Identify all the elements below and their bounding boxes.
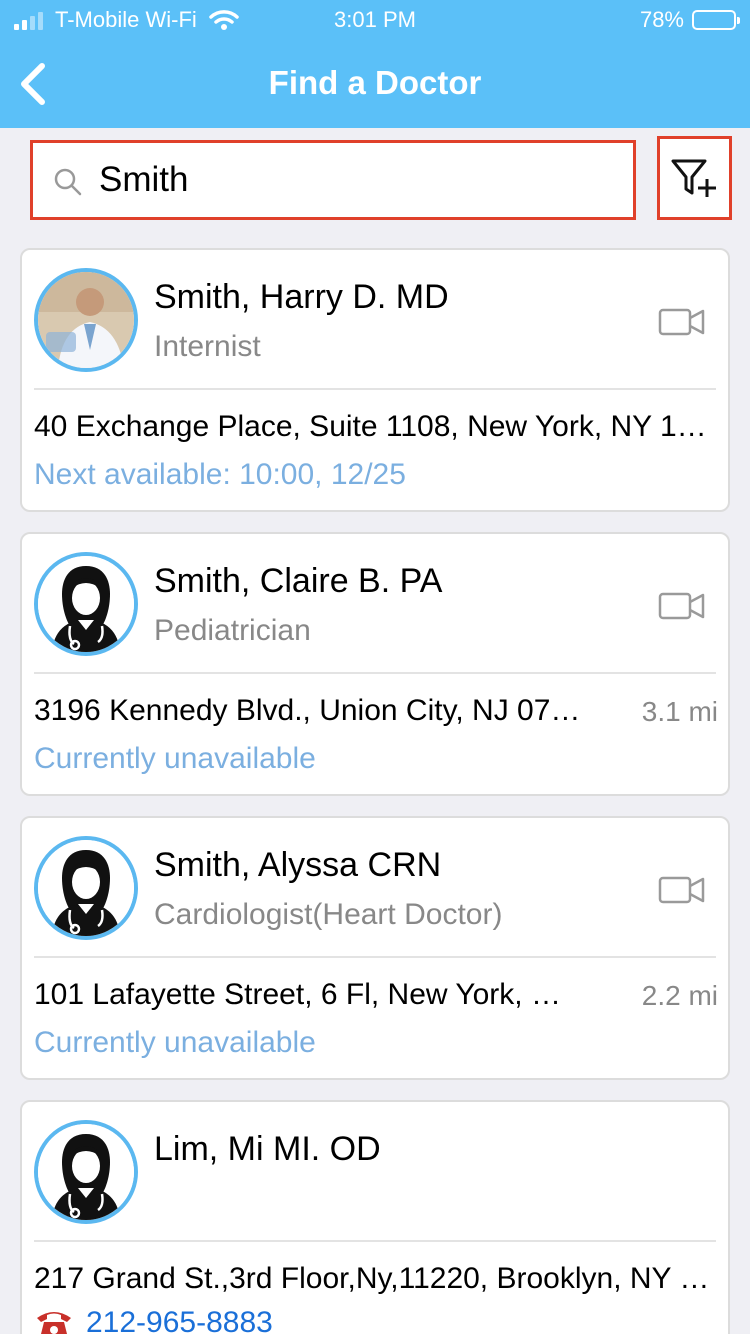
video-call-icon[interactable] (658, 306, 706, 338)
doctor-card[interactable]: Smith, Harry D. MD Internist 40 Exchange… (20, 248, 730, 512)
doctor-address: 40 Exchange Place, Suite 1108, New York,… (34, 410, 720, 443)
battery-percent: 78% (639, 7, 684, 32)
availability-link[interactable]: Currently unavailable (34, 742, 316, 776)
availability-link[interactable]: Next available: 10:00, 12/25 (34, 458, 406, 492)
search-box[interactable] (30, 140, 636, 220)
doctor-avatar-icon (34, 836, 138, 940)
battery-info: 78% (639, 7, 740, 33)
phone-link[interactable]: 212-965-8883 (34, 1306, 273, 1334)
phone-number[interactable]: 212-965-8883 (86, 1306, 273, 1334)
doctor-avatar-icon (34, 1120, 138, 1224)
telephone-icon (37, 1312, 71, 1334)
status-time: 3:01 PM (334, 7, 416, 32)
doctor-specialty: Pediatrician (154, 614, 311, 647)
search-row (0, 128, 750, 228)
video-call-icon[interactable] (658, 874, 706, 906)
search-input[interactable] (99, 157, 619, 203)
card-divider (34, 672, 716, 674)
doctor-address: 217 Grand St.,3rd Floor,Ny,11220, Brookl… (34, 1262, 720, 1295)
filter-add-button[interactable] (657, 136, 732, 220)
doctor-avatar-icon (34, 552, 138, 656)
doctor-name: Smith, Alyssa CRN (154, 846, 442, 884)
doctor-name: Smith, Claire B. PA (154, 562, 443, 600)
card-divider (34, 388, 716, 390)
video-call-icon[interactable] (658, 590, 706, 622)
availability-link[interactable]: Currently unavailable (34, 1026, 316, 1060)
doctor-specialty: Cardiologist(Heart Doctor) (154, 898, 503, 931)
doctor-card[interactable]: Smith, Alyssa CRN Cardiologist(Heart Doc… (20, 816, 730, 1080)
search-icon (54, 168, 82, 196)
doctor-card[interactable]: Smith, Claire B. PA Pediatrician 3196 Ke… (20, 532, 730, 796)
doctor-address: 3196 Kennedy Blvd., Union City, NJ 07087 (34, 694, 582, 727)
card-divider (34, 956, 716, 958)
doctor-distance: 2.2 mi (641, 980, 718, 1011)
doctor-photo (34, 268, 138, 372)
page-title: Find a Doctor (268, 64, 482, 101)
nav-bar: Find a Doctor (0, 40, 750, 128)
status-bar: T-Mobile Wi-Fi 3:01 PM 78% (0, 0, 750, 40)
battery-icon (692, 10, 740, 30)
doctor-specialty: Internist (154, 330, 261, 363)
doctor-name: Lim, Mi MI. OD (154, 1130, 381, 1168)
doctor-distance: 3.1 mi (641, 696, 718, 727)
card-divider (34, 1240, 716, 1242)
doctor-name: Smith, Harry D. MD (154, 278, 449, 316)
doctor-card[interactable]: Lim, Mi MI. OD 217 Grand St.,3rd Floor,N… (20, 1100, 730, 1334)
filter-add-icon (671, 159, 716, 197)
doctor-address: 101 Lafayette Street, 6 Fl, New York, NY… (34, 978, 582, 1011)
